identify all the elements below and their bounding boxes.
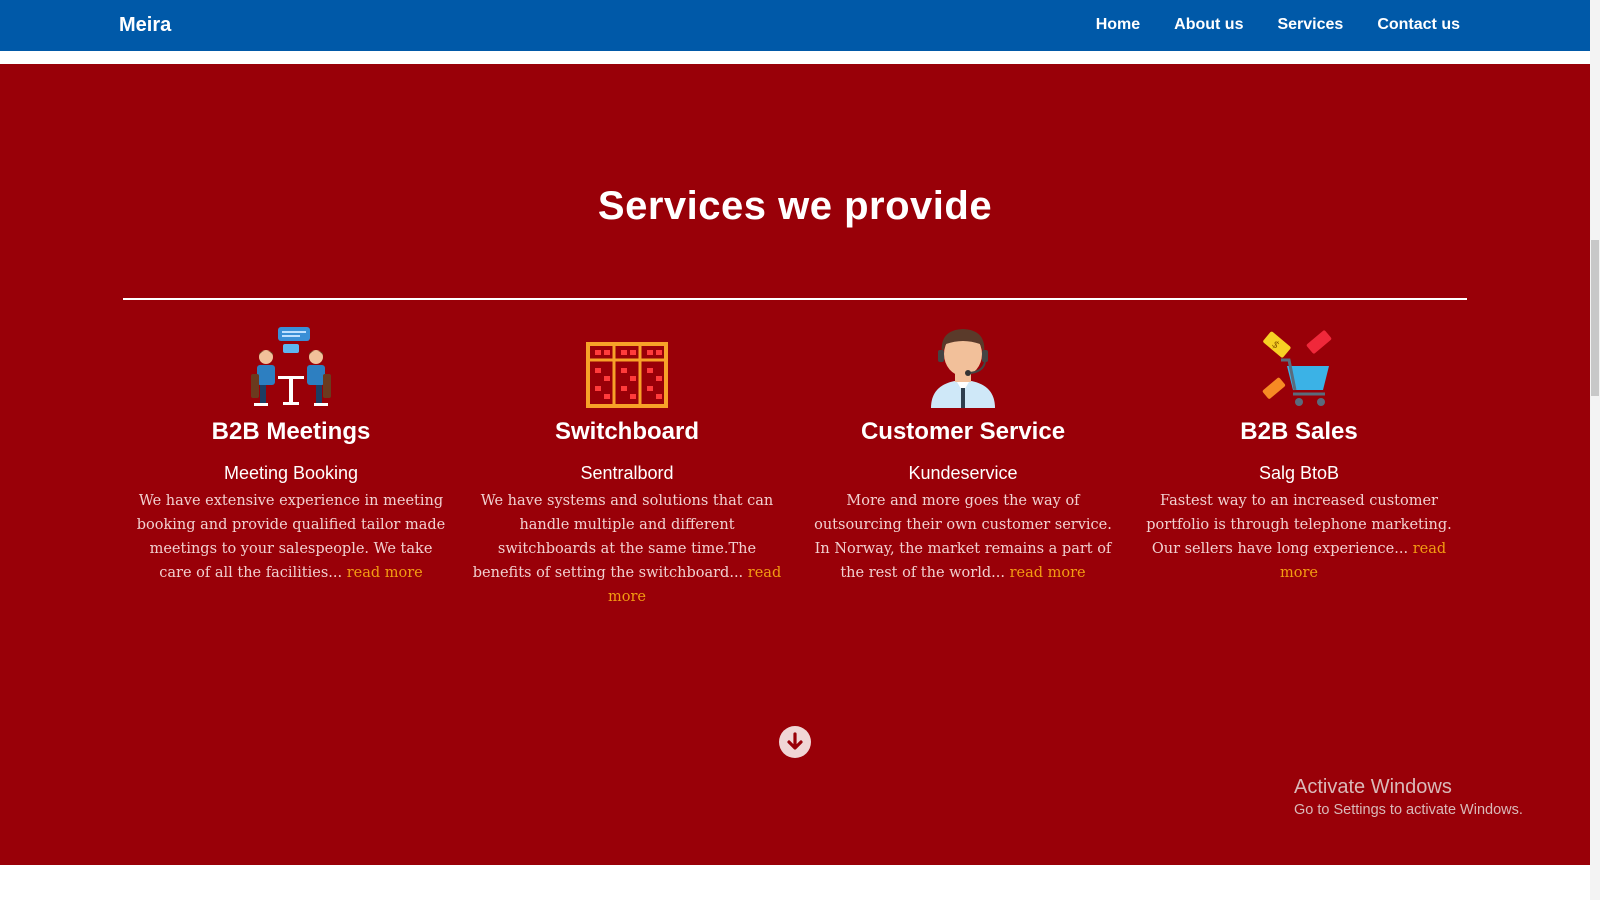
switchboard-icon: [469, 326, 785, 408]
watermark-subtitle: Go to Settings to activate Windows.: [1294, 802, 1523, 818]
service-card-customer-service: Customer Service Kundeservice More and m…: [795, 326, 1131, 609]
card-description: Fastest way to an increased customer por…: [1141, 489, 1457, 585]
arrow-down-circle-icon[interactable]: [779, 726, 811, 758]
nav-link-home[interactable]: Home: [1096, 16, 1140, 34]
section-divider: [123, 298, 1467, 300]
read-more-link[interactable]: read more: [347, 565, 423, 581]
nav-link-about[interactable]: About us: [1174, 16, 1243, 34]
section-title: Services we provide: [597, 184, 993, 228]
customer-service-icon: [805, 326, 1121, 408]
watermark-title: Activate Windows: [1294, 776, 1452, 798]
card-description-text: Fastest way to an increased customer por…: [1146, 493, 1452, 557]
service-card-sales: $ B2B Sales Salg BtoB Fastest way to an …: [1131, 326, 1467, 609]
card-description-text: We have systems and solutions that can h…: [472, 493, 774, 581]
shopping-cart-icon: $: [1141, 326, 1457, 408]
nav-link-contact[interactable]: Contact us: [1377, 16, 1460, 34]
services-section: Services we provide B2B Meetings Meeting…: [0, 64, 1590, 865]
card-subtitle: Meeting Booking: [223, 463, 359, 483]
service-card-switchboard: Switchboard Sentralbord We have systems …: [459, 326, 795, 609]
card-description: More and more goes the way of outsourcin…: [805, 489, 1121, 585]
card-title: B2B Sales: [1240, 418, 1358, 445]
service-card-meetings: B2B Meetings Meeting Booking We have ext…: [123, 326, 459, 609]
card-subtitle: Sentralbord: [580, 463, 674, 483]
card-title: Switchboard: [554, 418, 699, 445]
card-subtitle: Salg BtoB: [1258, 463, 1340, 483]
service-cards: B2B Meetings Meeting Booking We have ext…: [123, 326, 1467, 609]
card-description: We have extensive experience in meeting …: [133, 489, 449, 585]
card-description: We have systems and solutions that can h…: [469, 489, 785, 609]
nav-links: Home About us Services Contact us: [1096, 16, 1460, 34]
brand-logo[interactable]: Meira: [119, 14, 171, 37]
card-subtitle: Kundeservice: [908, 463, 1018, 483]
navbar: Meira Home About us Services Contact us: [0, 0, 1590, 51]
windows-activation-watermark: Activate Windows Go to Settings to activ…: [1294, 776, 1523, 818]
nav-link-services[interactable]: Services: [1277, 16, 1343, 34]
meeting-icon: [133, 326, 449, 408]
read-more-link[interactable]: read more: [1010, 565, 1086, 581]
page-scrollbar[interactable]: [1590, 0, 1600, 900]
card-title: B2B Meetings: [211, 418, 371, 445]
card-title: Customer Service: [860, 418, 1066, 445]
scrollbar-thumb[interactable]: [1591, 240, 1599, 396]
